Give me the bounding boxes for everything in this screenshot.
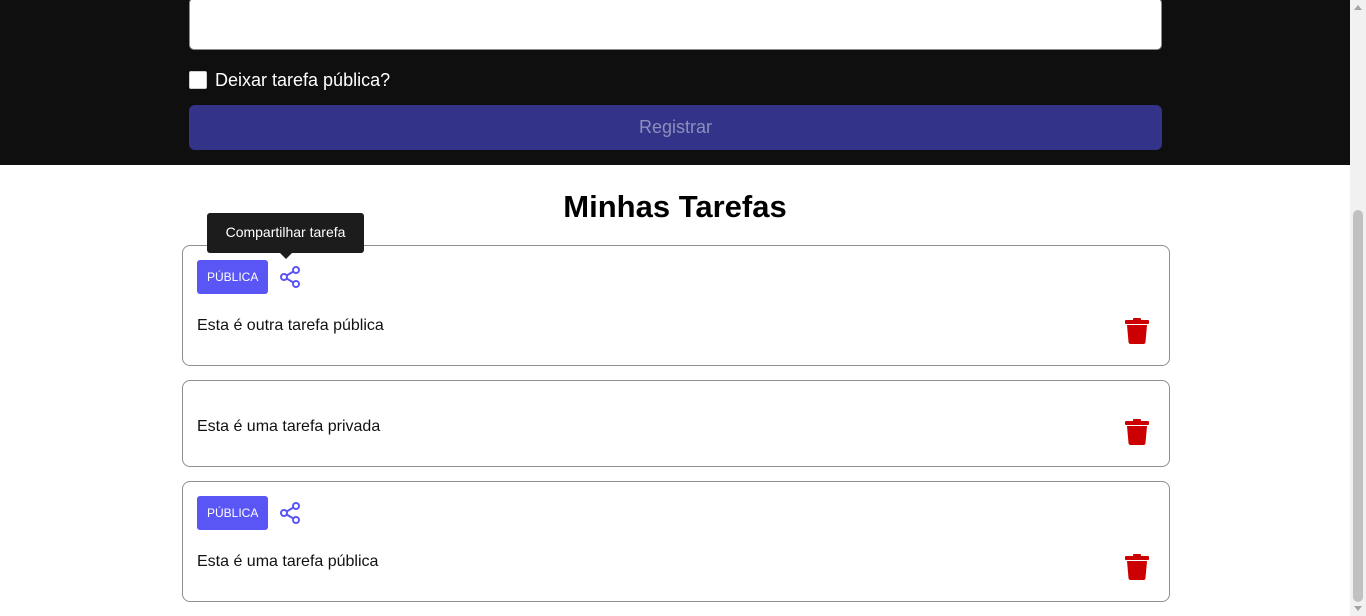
task-card: Esta é uma tarefa privada (182, 380, 1170, 467)
task-text: Esta é uma tarefa pública (197, 553, 379, 570)
page: Deixar tarefa pública? Registrar Minhas … (0, 0, 1366, 616)
task-text: Esta é outra tarefa pública (197, 317, 384, 334)
vertical-scrollbar[interactable] (1350, 0, 1366, 616)
share-icon[interactable] (278, 265, 302, 289)
public-badge: PÚBLICA (197, 496, 269, 530)
task-text: Esta é uma tarefa privada (197, 418, 381, 435)
scrollbar-thumb[interactable] (1353, 210, 1363, 602)
task-description-textarea[interactable] (189, 0, 1162, 50)
page-title: Minhas Tarefas (563, 189, 787, 224)
scroll-up-arrow-icon[interactable] (1354, 5, 1362, 10)
public-task-label: Deixar tarefa pública? (215, 69, 391, 90)
task-badges: PÚBLICA (197, 496, 302, 530)
trash-icon[interactable] (1125, 419, 1149, 445)
scroll-down-arrow-icon[interactable] (1354, 606, 1362, 611)
register-button[interactable]: Registrar (189, 105, 1162, 150)
task-form: Deixar tarefa pública? Registrar (0, 0, 1350, 165)
public-task-checkbox[interactable] (189, 71, 207, 89)
trash-icon[interactable] (1125, 318, 1149, 344)
public-badge: PÚBLICA (197, 260, 269, 294)
share-icon[interactable] (278, 501, 302, 525)
public-task-option[interactable]: Deixar tarefa pública? (189, 69, 390, 91)
tooltip-arrow (280, 253, 292, 259)
task-card: PÚBLICA Esta é uma tarefa pública (182, 481, 1170, 602)
trash-icon[interactable] (1125, 554, 1149, 580)
share-tooltip: Compartilhar tarefa (207, 213, 364, 253)
task-badges: PÚBLICA (197, 260, 302, 294)
task-card: PÚBLICA Esta é outra tarefa pública (182, 245, 1170, 366)
